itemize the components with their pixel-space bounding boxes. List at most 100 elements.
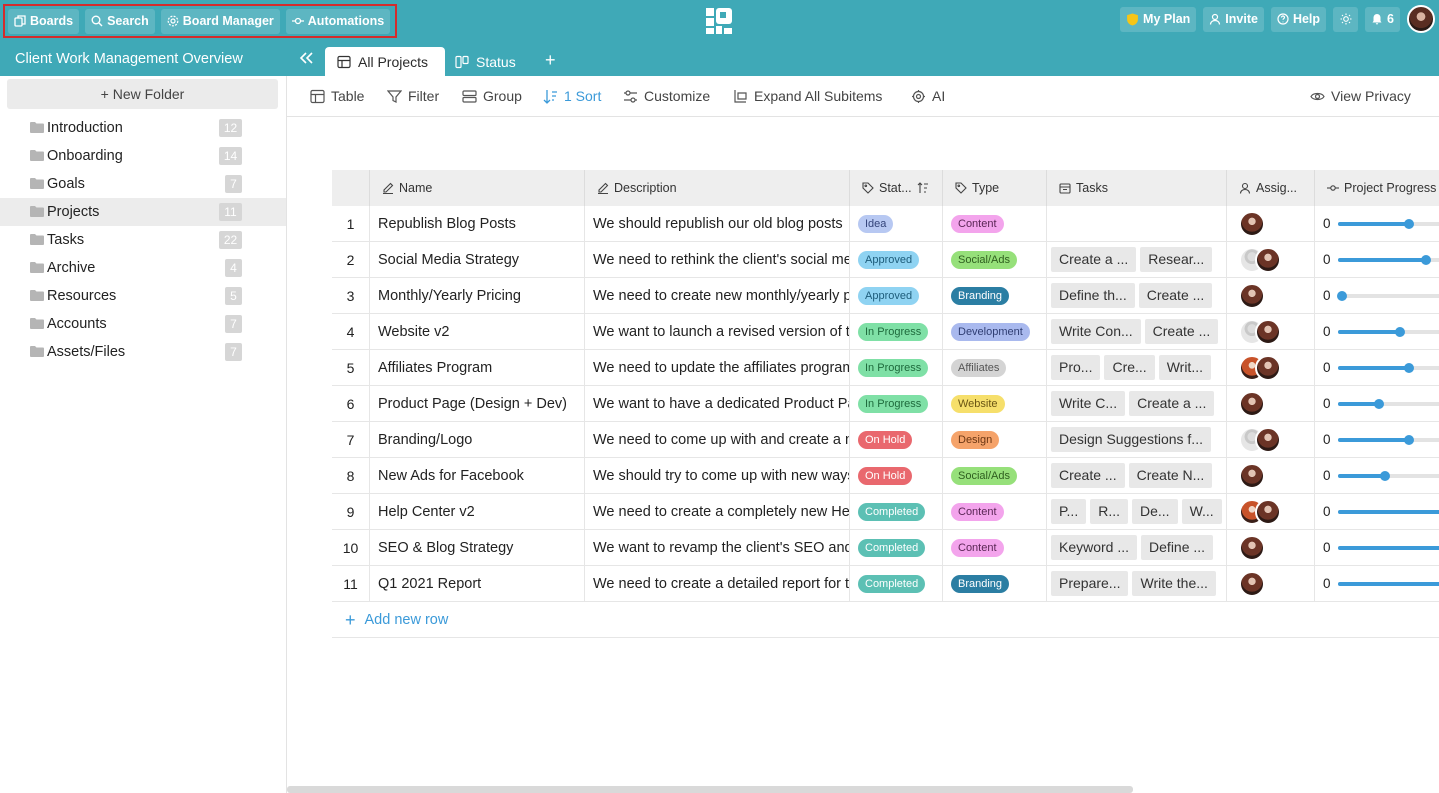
progress-handle[interactable] xyxy=(1404,434,1415,445)
project-name[interactable]: Monthly/Yearly Pricing xyxy=(370,278,585,313)
task-chip[interactable]: Pro... xyxy=(1051,355,1101,380)
progress-cell[interactable]: 0 xyxy=(1315,422,1439,457)
header-name[interactable]: Name xyxy=(370,170,585,206)
project-description[interactable]: We want to launch a revised version of t… xyxy=(585,314,850,349)
assignee-cell[interactable] xyxy=(1227,566,1315,601)
view-privacy-button[interactable]: View Privacy xyxy=(1310,88,1411,104)
add-tab-button[interactable]: + xyxy=(545,51,556,69)
table-row[interactable]: 1 Republish Blog Posts We should republish… xyxy=(332,206,1439,242)
table-row[interactable]: 9 Help Center v2 We need to create a compl… xyxy=(332,494,1439,530)
progress-handle[interactable] xyxy=(1420,254,1431,265)
assignee-cell[interactable] xyxy=(1227,206,1315,241)
type-cell[interactable]: Content xyxy=(943,494,1047,529)
project-name[interactable]: Help Center v2 xyxy=(370,494,585,529)
project-description[interactable]: We need to update the affiliates program xyxy=(585,350,850,385)
collapse-sidebar-icon[interactable] xyxy=(297,49,315,67)
table-row[interactable]: 10 SEO & Blog Strategy We want to revamp t… xyxy=(332,530,1439,566)
progress-slider[interactable] xyxy=(1337,362,1439,373)
expand-subitems-button[interactable]: Expand All Subitems xyxy=(733,88,882,104)
new-folder-button[interactable]: + New Folder xyxy=(7,79,278,109)
tasks-cell[interactable]: P... R... De... W... xyxy=(1047,494,1227,529)
status-cell[interactable]: On Hold xyxy=(850,458,943,493)
sidebar-folder[interactable]: Tasks 22 xyxy=(0,226,286,254)
project-description[interactable]: We need to create a completely new Help xyxy=(585,494,850,529)
table-row[interactable]: 5 Affiliates Program We need to update the… xyxy=(332,350,1439,386)
sidebar-folder[interactable]: Assets/Files 7 xyxy=(0,338,286,366)
progress-handle[interactable] xyxy=(1395,326,1406,337)
status-cell[interactable]: In Progress xyxy=(850,314,943,349)
type-cell[interactable]: Social/Ads xyxy=(943,242,1047,277)
customize-button[interactable]: Customize xyxy=(623,88,710,104)
progress-slider[interactable] xyxy=(1337,398,1439,409)
progress-handle[interactable] xyxy=(1379,470,1390,481)
assignee-cell[interactable] xyxy=(1227,422,1315,457)
task-chip[interactable]: Writ... xyxy=(1158,355,1211,380)
project-name[interactable]: Branding/Logo xyxy=(370,422,585,457)
tasks-cell[interactable]: Design Suggestions f... xyxy=(1047,422,1227,457)
header-status[interactable]: Stat... xyxy=(850,170,943,206)
sidebar-folder[interactable]: Accounts 7 xyxy=(0,310,286,338)
sort-button[interactable]: 1 Sort xyxy=(543,88,601,104)
project-name[interactable]: Q1 2021 Report xyxy=(370,566,585,601)
progress-cell[interactable]: 0 xyxy=(1315,206,1439,241)
progress-handle[interactable] xyxy=(1374,398,1385,409)
project-description[interactable]: We want to have a dedicated Product Page xyxy=(585,386,850,421)
tasks-cell[interactable] xyxy=(1047,206,1227,241)
task-chip[interactable]: Write the... xyxy=(1132,571,1216,596)
project-name[interactable]: New Ads for Facebook xyxy=(370,458,585,493)
task-chip[interactable]: Create ... xyxy=(1051,463,1125,488)
tab-all-projects[interactable]: All Projects xyxy=(325,47,445,76)
sidebar-folder[interactable]: Archive 4 xyxy=(0,254,286,282)
type-cell[interactable]: Website xyxy=(943,386,1047,421)
sidebar-folder[interactable]: Projects 11 xyxy=(0,198,286,226)
app-logo[interactable] xyxy=(704,6,734,36)
task-chip[interactable]: Prepare... xyxy=(1051,571,1129,596)
progress-cell[interactable]: 0 xyxy=(1315,386,1439,421)
task-chip[interactable]: R... xyxy=(1090,499,1128,524)
assignee-cell[interactable] xyxy=(1227,242,1315,277)
table-row[interactable]: 3 Monthly/Yearly Pricing We need to create… xyxy=(332,278,1439,314)
table-row[interactable]: 6 Product Page (Design + Dev) We want to h… xyxy=(332,386,1439,422)
project-description[interactable]: We should try to come up with new ways xyxy=(585,458,850,493)
assignee-cell[interactable] xyxy=(1227,530,1315,565)
task-chip[interactable]: Define th... xyxy=(1051,283,1135,308)
task-chip[interactable]: Resear... xyxy=(1140,247,1213,272)
type-cell[interactable]: Social/Ads xyxy=(943,458,1047,493)
task-chip[interactable]: Create a ... xyxy=(1129,391,1215,416)
assignee-cell[interactable] xyxy=(1227,458,1315,493)
project-description[interactable]: We want to revamp the client's SEO and xyxy=(585,530,850,565)
progress-slider[interactable] xyxy=(1337,254,1439,265)
progress-cell[interactable]: 0 xyxy=(1315,350,1439,385)
progress-cell[interactable]: 0 xyxy=(1315,314,1439,349)
task-chip[interactable]: De... xyxy=(1131,499,1178,524)
type-cell[interactable]: Development xyxy=(943,314,1047,349)
assignee-cell[interactable] xyxy=(1227,350,1315,385)
status-cell[interactable]: Completed xyxy=(850,494,943,529)
type-cell[interactable]: Branding xyxy=(943,278,1047,313)
header-description[interactable]: Description xyxy=(585,170,850,206)
assignee-avatar[interactable] xyxy=(1239,462,1265,489)
header-type[interactable]: Type xyxy=(943,170,1047,206)
tasks-cell[interactable]: Pro... Cre... Writ... xyxy=(1047,350,1227,385)
assignee-avatar[interactable] xyxy=(1255,246,1281,273)
header-assignee[interactable]: Assig... xyxy=(1227,170,1315,206)
status-cell[interactable]: In Progress xyxy=(850,350,943,385)
filter-button[interactable]: Filter xyxy=(387,88,439,104)
status-cell[interactable]: Approved xyxy=(850,278,943,313)
help-button[interactable]: Help xyxy=(1270,6,1327,32)
progress-cell[interactable]: 0 xyxy=(1315,566,1439,601)
tasks-cell[interactable]: Prepare... Write the... xyxy=(1047,566,1227,601)
progress-slider[interactable] xyxy=(1337,581,1439,586)
project-description[interactable]: We need to come up with and create a new xyxy=(585,422,850,457)
type-cell[interactable]: Content xyxy=(943,206,1047,241)
status-cell[interactable]: Completed xyxy=(850,530,943,565)
task-chip[interactable]: Write Con... xyxy=(1051,319,1141,344)
my-plan-button[interactable]: My Plan xyxy=(1120,6,1197,32)
task-chip[interactable]: Define ... xyxy=(1141,535,1214,560)
table-row[interactable]: 8 New Ads for Facebook We should try to co… xyxy=(332,458,1439,494)
table-view-button[interactable]: Table xyxy=(310,88,364,104)
progress-slider[interactable] xyxy=(1337,470,1439,481)
invite-button[interactable]: Invite xyxy=(1203,6,1264,32)
table-row[interactable]: 2 Social Media Strategy We need to rethink… xyxy=(332,242,1439,278)
task-chip[interactable]: Cre... xyxy=(1104,355,1155,380)
